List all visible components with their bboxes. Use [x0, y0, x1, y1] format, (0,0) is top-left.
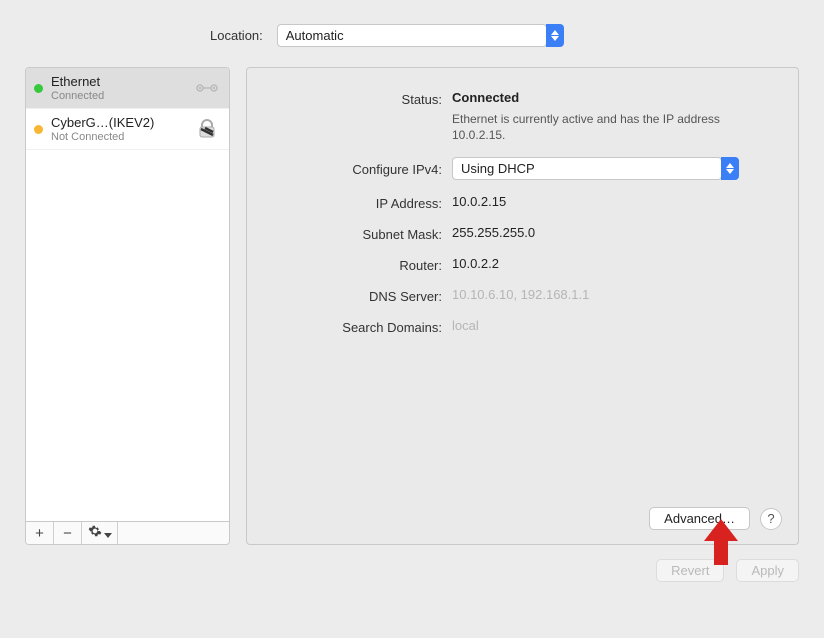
interfaces-list: Ethernet Connected CyberG…(IKEV2): [26, 68, 229, 521]
chevron-down-icon: [104, 525, 112, 542]
interface-name: Ethernet: [51, 74, 185, 89]
search-domains-label: Search Domains:: [247, 318, 442, 335]
ip-address-value: 10.0.2.15: [452, 194, 774, 209]
interface-status: Not Connected: [51, 131, 185, 143]
status-description: Ethernet is currently active and has the…: [452, 111, 732, 143]
router-label: Router:: [247, 256, 442, 273]
plus-icon: +: [35, 525, 44, 542]
status-dot-icon: [34, 84, 43, 93]
add-interface-button[interactable]: +: [26, 522, 54, 544]
configure-ipv4-select[interactable]: Using DHCP: [452, 157, 739, 180]
ethernet-icon: [193, 77, 221, 99]
router-value: 10.0.2.2: [452, 256, 774, 271]
subnet-mask-label: Subnet Mask:: [247, 225, 442, 242]
location-selected-value: Automatic: [286, 28, 344, 43]
search-domains-value[interactable]: local: [452, 318, 774, 333]
revert-button[interactable]: Revert: [656, 559, 724, 582]
interface-detail-panel: Status: Connected Ethernet is currently …: [246, 67, 799, 545]
dns-server-value[interactable]: 10.10.6.10, 192.168.1.1: [452, 287, 774, 302]
status-dot-icon: [34, 125, 43, 134]
gear-icon: [88, 524, 102, 542]
interface-actions-button[interactable]: [82, 522, 118, 544]
interface-status: Connected: [51, 90, 185, 102]
interface-name: CyberG…(IKEV2): [51, 115, 185, 130]
location-label: Location:: [210, 28, 263, 43]
location-select[interactable]: Automatic: [277, 24, 564, 47]
minus-icon: −: [63, 525, 72, 542]
apply-button[interactable]: Apply: [736, 559, 799, 582]
interfaces-sidebar: Ethernet Connected CyberG…(IKEV2): [25, 67, 230, 545]
dns-server-label: DNS Server:: [247, 287, 442, 304]
advanced-button[interactable]: Advanced…: [649, 507, 750, 530]
status-value: Connected: [452, 90, 774, 105]
interface-item-ethernet[interactable]: Ethernet Connected: [26, 68, 229, 109]
help-button[interactable]: ?: [760, 508, 782, 530]
configure-ipv4-value: Using DHCP: [461, 161, 535, 176]
updown-caret-icon: [721, 157, 739, 180]
configure-ipv4-label: Configure IPv4:: [247, 157, 442, 177]
status-label: Status:: [247, 90, 442, 107]
interface-item-vpn[interactable]: CyberG…(IKEV2) Not Connected: [26, 109, 229, 150]
help-icon: ?: [767, 511, 774, 526]
ip-address-label: IP Address:: [247, 194, 442, 211]
subnet-mask-value: 255.255.255.0: [452, 225, 774, 240]
lock-icon: [193, 118, 221, 140]
remove-interface-button[interactable]: −: [54, 522, 82, 544]
updown-caret-icon: [546, 24, 564, 47]
